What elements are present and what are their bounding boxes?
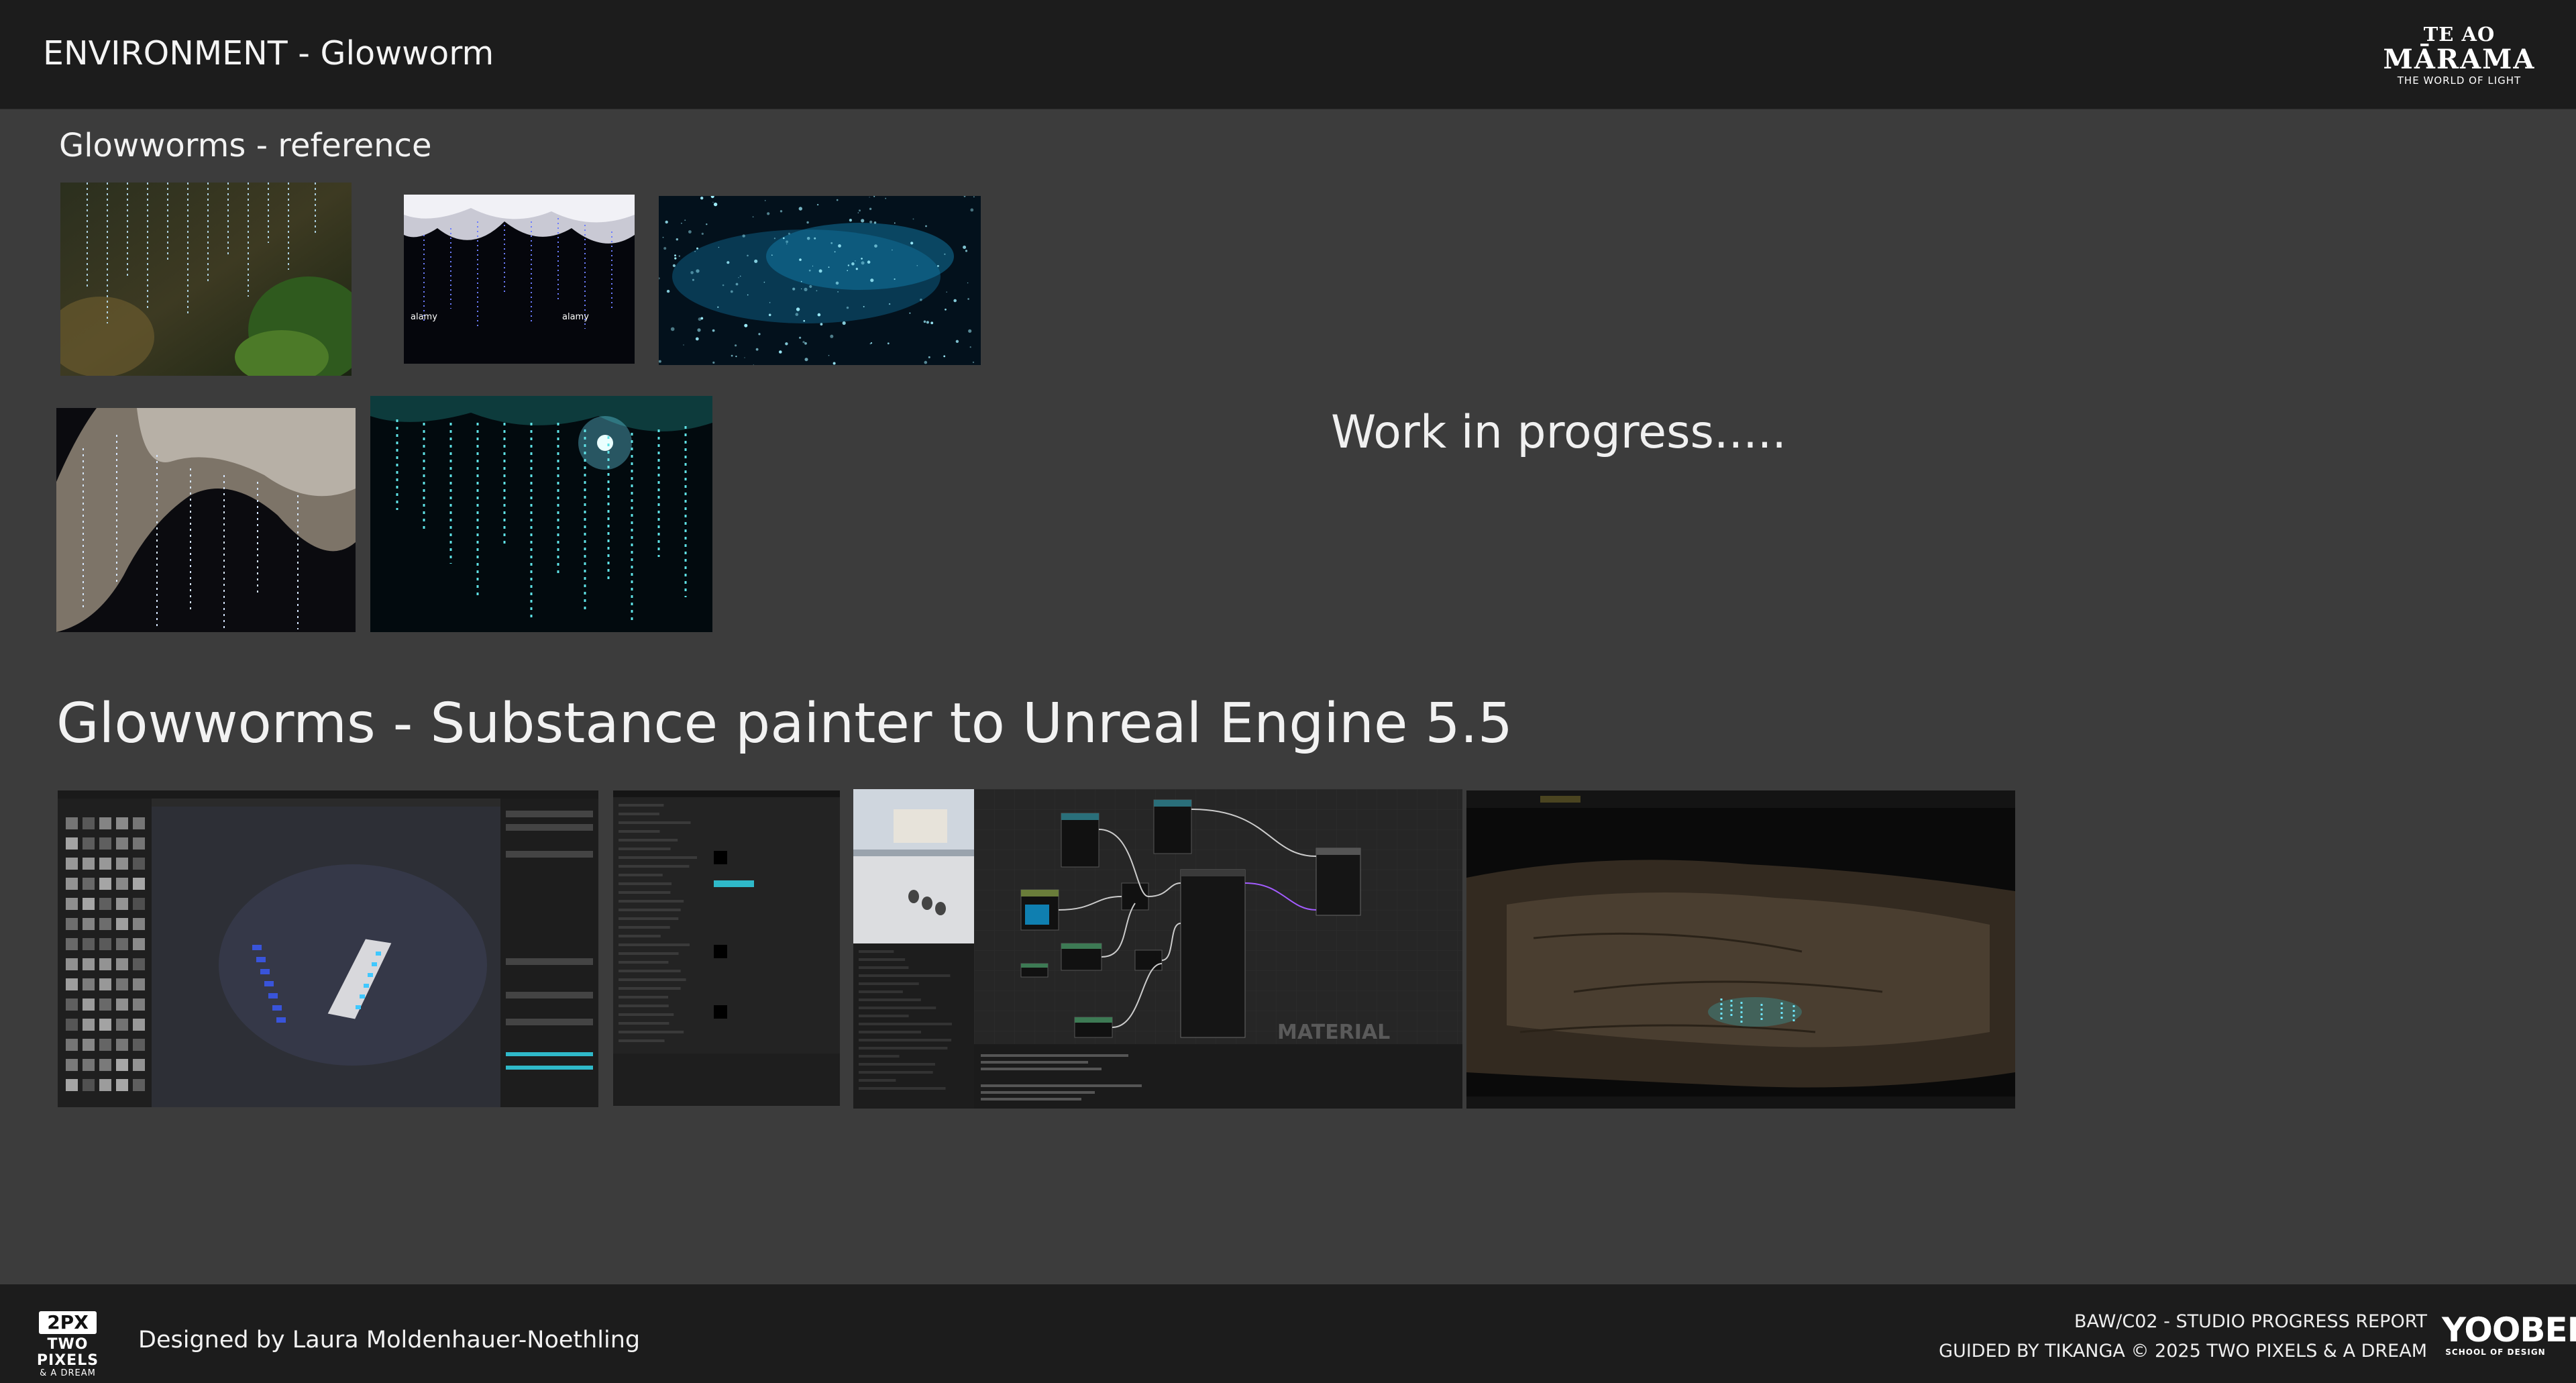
yoobee-logo: YOOBEE SCHOOL OF DESIGN <box>2442 1311 2576 1357</box>
glowworm-starfield-photo <box>659 196 981 365</box>
unreal-material-graph-screenshot: MATERIAL <box>853 789 1462 1109</box>
reference-section-title: Glowworms - reference <box>59 127 432 164</box>
substance-painter-screenshot <box>58 790 598 1107</box>
material-details-panel-screenshot <box>613 790 840 1106</box>
glowworm-cave-stock-photo: alamy alamy <box>404 195 635 364</box>
work-in-progress-label: Work in progress..... <box>1331 406 1787 459</box>
glowworm-threads-foliage-photo <box>60 183 352 376</box>
report-title: BAW/C02 - STUDIO PROGRESS REPORT <box>2074 1311 2427 1332</box>
designer-credit: Designed by Laura Moldenhauer-Noethling <box>138 1327 641 1353</box>
footer-bar: 2PX TWO PIXELS & A DREAM Designed by Lau… <box>0 1284 2576 1383</box>
page-title: ENVIRONMENT - Glowworm <box>43 34 494 72</box>
two-pixels-logo: 2PX TWO PIXELS & A DREAM <box>19 1311 117 1378</box>
substance-section-title: Glowworms - Substance painter to Unreal … <box>56 692 1513 756</box>
report-copyright: GUIDED BY TIKANGA © 2025 TWO PIXELS & A … <box>1939 1341 2427 1362</box>
logo-line-2: MĀRAMA <box>2383 44 2536 75</box>
material-graph-label: MATERIAL <box>1277 1021 1390 1044</box>
slide: ENVIRONMENT - Glowworm TE AO MĀRAMA THE … <box>0 0 2576 1383</box>
two-pixels-name: TWO PIXELS <box>36 1336 99 1369</box>
yoobee-wordmark: YOOBEE <box>2442 1311 2576 1349</box>
te-ao-marama-logo: TE AO MĀRAMA THE WORLD OF LIGHT <box>2372 23 2546 87</box>
two-pixels-tagline: & A DREAM <box>40 1368 96 1378</box>
two-pixels-badge: 2PX <box>39 1311 97 1334</box>
logo-line-1: TE AO <box>2423 23 2496 46</box>
alamy-watermark-2: alamy <box>562 312 589 322</box>
header-bar: ENVIRONMENT - Glowworm TE AO MĀRAMA THE … <box>0 0 2576 109</box>
glowworm-threads-rock-photo <box>56 408 356 632</box>
alamy-watermark: alamy <box>411 312 437 322</box>
logo-line-3: THE WORLD OF LIGHT <box>2397 74 2522 87</box>
glowworm-teal-threads-photo <box>370 396 712 632</box>
yoobee-tagline: SCHOOL OF DESIGN <box>2445 1347 2546 1357</box>
unreal-viewport-screenshot <box>1466 790 2015 1109</box>
